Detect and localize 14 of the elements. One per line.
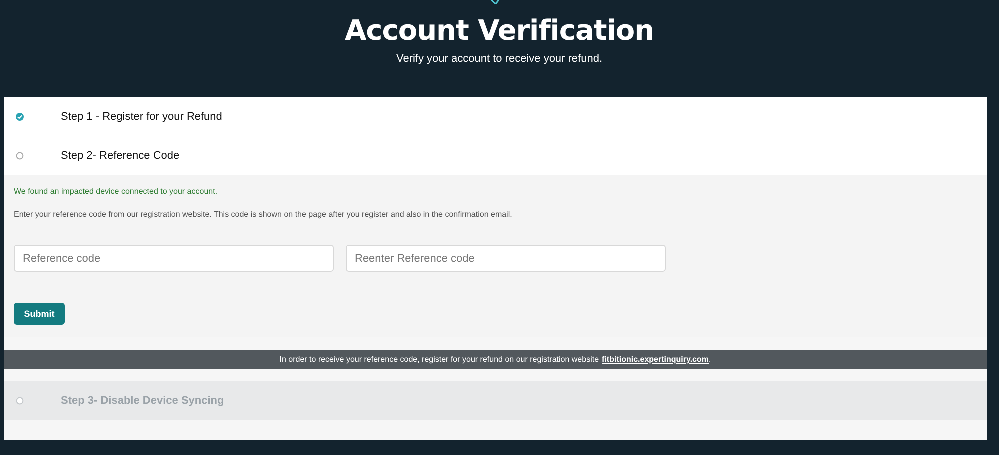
notice-text: We found an impacted device connected to your account. — [14, 187, 219, 196]
step-header[interactable]: Step 1 - Register for your Refund — [4, 97, 987, 136]
input-field[interactable]: Reference code — [14, 245, 334, 272]
website-link[interactable]: fitbitionic.expertinquiry.com — [602, 355, 710, 364]
step-header[interactable]: Step 2- Reference Code — [4, 136, 987, 175]
instruction-text: Enter your reference code from our registration website. This code is shown on the page after you register and also in the confirmation email. — [14, 210, 514, 219]
info-banner: In order to receive your reference code, register for your refund on our registration website fitbitionic.expertinquiry.com. — [4, 350, 987, 369]
step-title: Step 1 - Register for your Refund — [61, 110, 222, 122]
page-title: Account Verification — [344, 14, 654, 47]
submit-button[interactable]: Submit — [14, 303, 65, 325]
page-subtitle: Verify your account to receive your refund. — [396, 53, 603, 65]
input-field[interactable]: Reenter Reference code — [346, 245, 666, 272]
step-title: Step 2- Reference Code — [61, 150, 180, 162]
step-title: Step 3- Disable Device Syncing — [61, 394, 224, 406]
